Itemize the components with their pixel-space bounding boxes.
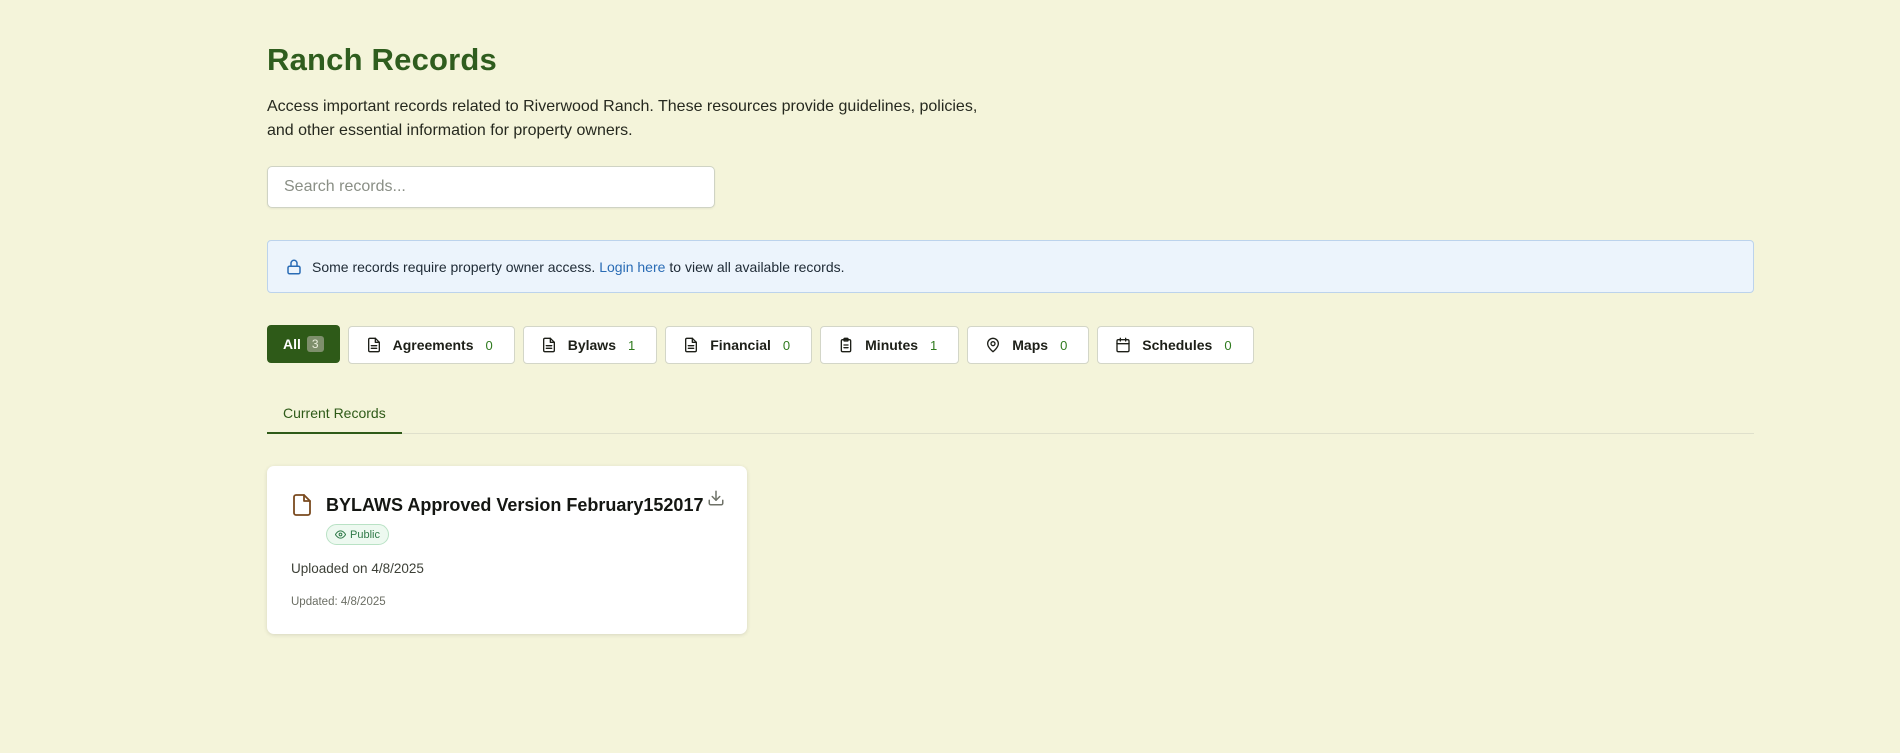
filter-financial-button[interactable]: Financial 0 [665, 326, 813, 364]
map-pin-icon [985, 337, 1001, 353]
uploaded-date: Uploaded on 4/8/2025 [291, 561, 424, 576]
filter-maps-count: 0 [1060, 337, 1068, 353]
login-link[interactable]: Login here [599, 259, 665, 275]
filter-financial-label: Financial [710, 337, 771, 353]
document-icon [683, 337, 699, 353]
filter-all-count: 3 [306, 335, 324, 352]
filter-agreements-label: Agreements [392, 337, 474, 353]
filter-agreements-button[interactable]: Agreements 0 [347, 326, 515, 364]
visibility-badge: Public [326, 524, 389, 545]
category-filters: All 3 Agreements 0 Bylaws 1 Financial 0 [267, 323, 1262, 364]
lock-icon [285, 258, 303, 276]
document-icon [366, 337, 382, 353]
record-card[interactable]: BYLAWS Approved Version February152017 P… [267, 466, 747, 634]
page-description: Access important records related to Rive… [267, 98, 978, 139]
updated-date: Updated: 4/8/2025 [291, 596, 386, 608]
filter-minutes-label: Minutes [865, 337, 919, 353]
records-tabs: Current Records [267, 400, 1754, 434]
eye-icon [335, 530, 346, 539]
download-icon[interactable] [707, 489, 725, 507]
filter-schedules-label: Schedules [1142, 337, 1213, 353]
visibility-label: Public [350, 528, 380, 541]
filter-schedules-count: 0 [1224, 337, 1232, 353]
filter-maps-button[interactable]: Maps 0 [967, 326, 1090, 364]
filter-minutes-button[interactable]: Minutes 1 [820, 326, 960, 364]
filter-schedules-button[interactable]: Schedules 0 [1097, 326, 1254, 364]
tab-current-records[interactable]: Current Records [267, 400, 402, 434]
access-notice: Some records require property owner acce… [267, 240, 1754, 293]
filter-minutes-count: 1 [930, 337, 938, 353]
notice-text-before: Some records require property owner acce… [312, 258, 596, 275]
filter-bylaws-button[interactable]: Bylaws 1 [522, 326, 658, 364]
filter-maps-label: Maps [1012, 337, 1049, 353]
search-input[interactable] [268, 167, 714, 207]
filter-all-button[interactable]: All 3 [267, 324, 340, 363]
notice-text-after: to view all available records. [669, 258, 845, 275]
clipboard-icon [838, 337, 854, 353]
filter-agreements-count: 0 [485, 337, 493, 353]
calendar-icon [1115, 337, 1131, 353]
record-title: BYLAWS Approved Version February152017 [326, 495, 704, 515]
filter-all-label: All [283, 335, 301, 352]
file-icon [291, 493, 313, 517]
page-title: Ranch Records [267, 42, 497, 77]
filter-bylaws-label: Bylaws [567, 337, 616, 353]
filter-financial-count: 0 [782, 337, 791, 353]
document-icon [541, 337, 557, 353]
search-box[interactable] [267, 166, 715, 208]
filter-bylaws-count: 1 [627, 337, 636, 353]
